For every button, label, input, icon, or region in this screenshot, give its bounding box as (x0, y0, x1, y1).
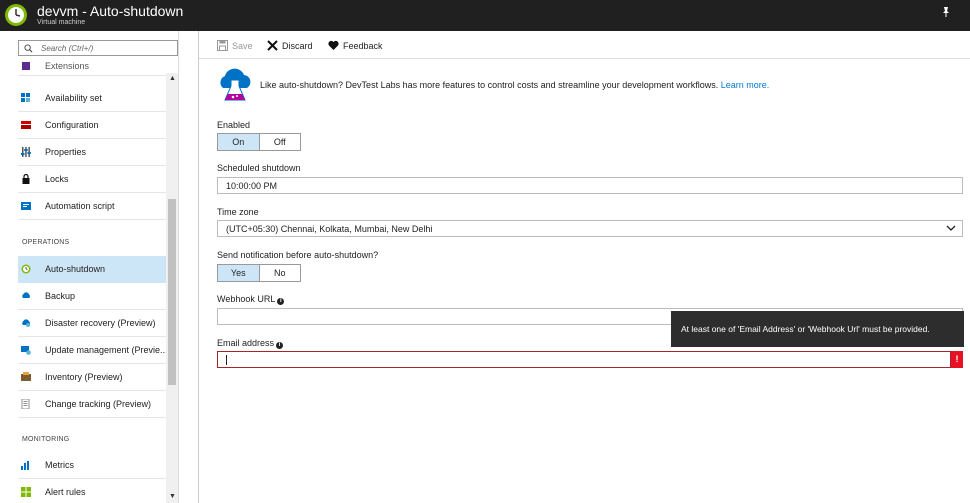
search-box[interactable] (18, 40, 178, 56)
notification-no-option[interactable]: No (260, 265, 301, 281)
clock-icon (5, 4, 27, 26)
change-tracking-icon (21, 398, 31, 410)
heart-icon (328, 40, 339, 50)
email-address-input[interactable] (217, 351, 951, 368)
section-header-operations: OPERATIONS (22, 239, 70, 246)
scrollbar-thumb[interactable] (168, 199, 176, 385)
timezone-select[interactable]: (UTC+05:30) Chennai, Kolkata, Mumbai, Ne… (217, 220, 963, 237)
info-icon[interactable]: i (276, 342, 284, 349)
enabled-toggle: On Off (217, 133, 301, 151)
sidebar-item-disaster-recovery[interactable]: Disaster recovery (Preview) (18, 310, 166, 337)
clock-icon (21, 264, 31, 274)
sidebar-item-configuration[interactable]: Configuration (18, 112, 166, 139)
sidebar-item-backup[interactable]: Backup (18, 283, 166, 310)
enabled-on-option[interactable]: On (218, 134, 260, 150)
disaster-recovery-icon (21, 318, 31, 328)
discard-button[interactable]: Discard (267, 40, 313, 52)
availability-set-icon (21, 93, 31, 103)
extensions-icon (21, 61, 31, 71)
sidebar-item-inventory[interactable]: Inventory (Preview) (18, 364, 166, 391)
close-icon (267, 40, 278, 51)
configuration-icon (21, 120, 31, 130)
timezone-label: Time zone (217, 207, 259, 217)
sidebar-item-alert-rules[interactable]: Alert rules (18, 479, 166, 503)
scheduled-shutdown-input[interactable]: 10:00:00 PM (217, 177, 963, 194)
search-icon (24, 44, 33, 53)
sidebar-item-change-tracking[interactable]: Change tracking (Preview) (18, 391, 166, 418)
section-header-monitoring: MONITORING (22, 436, 70, 443)
update-management-icon (21, 345, 31, 355)
scroll-up-icon[interactable]: ▲ (169, 75, 176, 82)
save-icon (217, 40, 228, 51)
save-button[interactable]: Save (217, 40, 253, 52)
toolbar: Save Discard Feedback (199, 31, 970, 59)
automation-script-icon (21, 201, 31, 211)
sidebar-item-availability-set[interactable]: Availability set (18, 85, 166, 112)
sidebar-item-properties[interactable]: Properties (18, 139, 166, 166)
alert-rules-icon (21, 487, 31, 497)
sidebar-scrollbar[interactable]: ▲ ▼ (166, 73, 178, 503)
sidebar-item-auto-shutdown[interactable]: Auto-shutdown (18, 256, 166, 283)
properties-icon (21, 147, 31, 157)
pin-icon[interactable] (940, 6, 952, 18)
chevron-down-icon (946, 225, 956, 231)
notification-yes-option[interactable]: Yes (218, 265, 260, 281)
inventory-icon (21, 372, 31, 382)
banner-text: Like auto-shutdown? DevTest Labs has mor… (260, 80, 770, 90)
enabled-off-option[interactable]: Off (260, 134, 301, 150)
enabled-label: Enabled (217, 120, 251, 130)
learn-more-link[interactable]: Learn more. (721, 80, 770, 90)
scroll-down-icon[interactable]: ▼ (169, 493, 176, 500)
devtest-banner: Like auto-shutdown? DevTest Labs has mor… (217, 66, 957, 106)
page-subtitle: Virtual machine (37, 19, 86, 26)
validation-tooltip: At least one of 'Email Address' or 'Webh… (671, 311, 964, 347)
devtest-labs-icon (220, 68, 251, 101)
info-icon[interactable]: i (277, 298, 285, 305)
notification-label: Send notification before auto-shutdown? (217, 250, 379, 260)
scheduled-shutdown-label: Scheduled shutdown (217, 163, 301, 173)
title-bar: devvm - Auto-shutdown Virtual machine (0, 0, 970, 31)
backup-icon (21, 291, 31, 301)
sidebar-item-locks[interactable]: Locks (18, 166, 166, 193)
sidebar-item-extensions[interactable]: Extensions (18, 61, 166, 76)
main-panel: Save Discard Feedback Like auto-shutdown… (198, 31, 970, 503)
metrics-icon (21, 460, 31, 470)
text-cursor (226, 355, 227, 365)
lock-icon (21, 173, 31, 184)
validation-error-icon[interactable]: ! (951, 351, 963, 368)
search-input[interactable] (41, 42, 171, 54)
sidebar-item-update-management[interactable]: Update management (Previe... (18, 337, 168, 364)
page-title: devvm - Auto-shutdown (37, 3, 184, 19)
email-address-label: Email address i (217, 338, 284, 349)
webhook-url-label: Webhook URL i (217, 294, 285, 305)
feedback-button[interactable]: Feedback (328, 40, 383, 52)
sidebar-item-automation-script[interactable]: Automation script (18, 193, 166, 220)
sidebar-item-metrics[interactable]: Metrics (18, 452, 166, 479)
sidebar: Extensions Availability set Configuratio… (0, 31, 179, 503)
notification-toggle: Yes No (217, 264, 301, 282)
